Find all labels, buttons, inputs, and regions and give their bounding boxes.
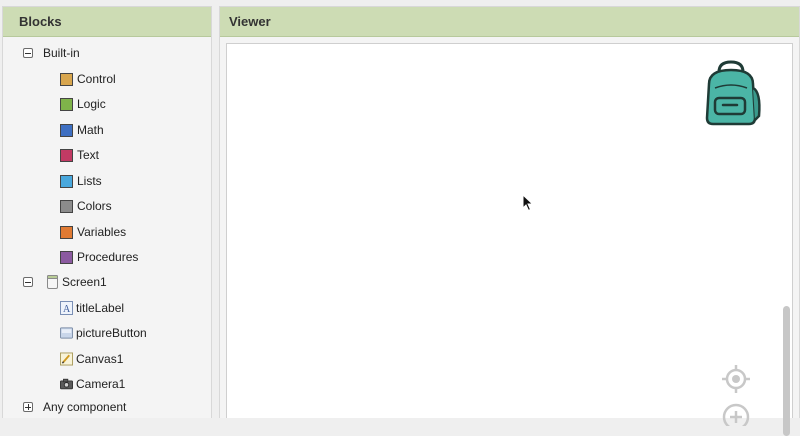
block-drawer-label: Colors	[77, 199, 112, 213]
backpack-icon[interactable]	[697, 58, 765, 126]
block-drawer-label: Lists	[77, 174, 102, 188]
logic-swatch-icon	[60, 97, 73, 111]
button-icon	[60, 326, 73, 340]
blocks-panel: Blocks Built-in Control Logic Math Text …	[2, 6, 212, 418]
collapse-toggle-icon[interactable]	[23, 48, 33, 58]
component-row-picturebutton[interactable]: pictureButton	[60, 323, 147, 343]
screen-icon	[46, 275, 59, 289]
canvas-icon	[60, 352, 73, 366]
block-drawer-variables[interactable]: Variables	[60, 222, 126, 242]
procedures-swatch-icon	[60, 250, 73, 264]
any-component-label: Any component	[43, 400, 127, 414]
blocks-workspace[interactable]	[226, 43, 793, 436]
block-drawer-control[interactable]: Control	[60, 69, 116, 89]
block-drawer-logic[interactable]: Logic	[60, 94, 106, 114]
component-label: pictureButton	[76, 326, 147, 340]
block-drawer-text[interactable]: Text	[60, 145, 99, 165]
block-drawer-label: Control	[77, 72, 116, 86]
workspace-scrollbar[interactable]	[783, 306, 790, 436]
text-swatch-icon	[60, 148, 73, 162]
colors-swatch-icon	[60, 199, 73, 213]
block-drawer-lists[interactable]: Lists	[60, 171, 102, 191]
zoom-in-icon[interactable]	[721, 402, 751, 426]
label-icon: A	[60, 301, 73, 315]
blocks-panel-title: Blocks	[3, 7, 211, 37]
collapse-toggle-icon[interactable]	[23, 277, 33, 287]
component-row-canvas1[interactable]: Canvas1	[60, 349, 123, 369]
builtin-row[interactable]: Built-in	[23, 43, 80, 63]
recenter-icon[interactable]	[721, 364, 751, 394]
component-label: Camera1	[76, 377, 126, 391]
component-label: titleLabel	[76, 301, 125, 315]
lists-swatch-icon	[60, 174, 73, 188]
screen1-label: Screen1	[62, 275, 107, 289]
block-drawer-label: Variables	[77, 225, 127, 239]
block-drawer-colors[interactable]: Colors	[60, 196, 112, 216]
block-drawer-label: Text	[77, 148, 100, 162]
control-swatch-icon	[60, 72, 73, 86]
component-row-camera1[interactable]: Camera1	[60, 374, 125, 394]
block-drawer-procedures[interactable]: Procedures	[60, 247, 138, 267]
component-label: Canvas1	[76, 352, 124, 366]
any-component-row[interactable]: Any component	[23, 397, 126, 417]
camera-icon	[60, 377, 73, 391]
screen1-row[interactable]: Screen1	[23, 272, 107, 292]
viewer-panel: Viewer	[219, 6, 800, 436]
svg-text:A: A	[63, 304, 71, 315]
mouse-cursor-icon	[522, 194, 534, 212]
variables-swatch-icon	[60, 225, 73, 239]
expand-toggle-icon[interactable]	[23, 402, 33, 412]
component-row-titlelabel[interactable]: A titleLabel	[60, 298, 124, 318]
block-drawer-label: Procedures	[77, 250, 139, 264]
block-drawer-math[interactable]: Math	[60, 120, 104, 140]
viewer-panel-title: Viewer	[220, 7, 799, 37]
math-swatch-icon	[60, 123, 73, 137]
block-drawer-label: Logic	[77, 97, 106, 111]
builtin-label: Built-in	[43, 46, 80, 60]
block-drawer-label: Math	[77, 123, 104, 137]
